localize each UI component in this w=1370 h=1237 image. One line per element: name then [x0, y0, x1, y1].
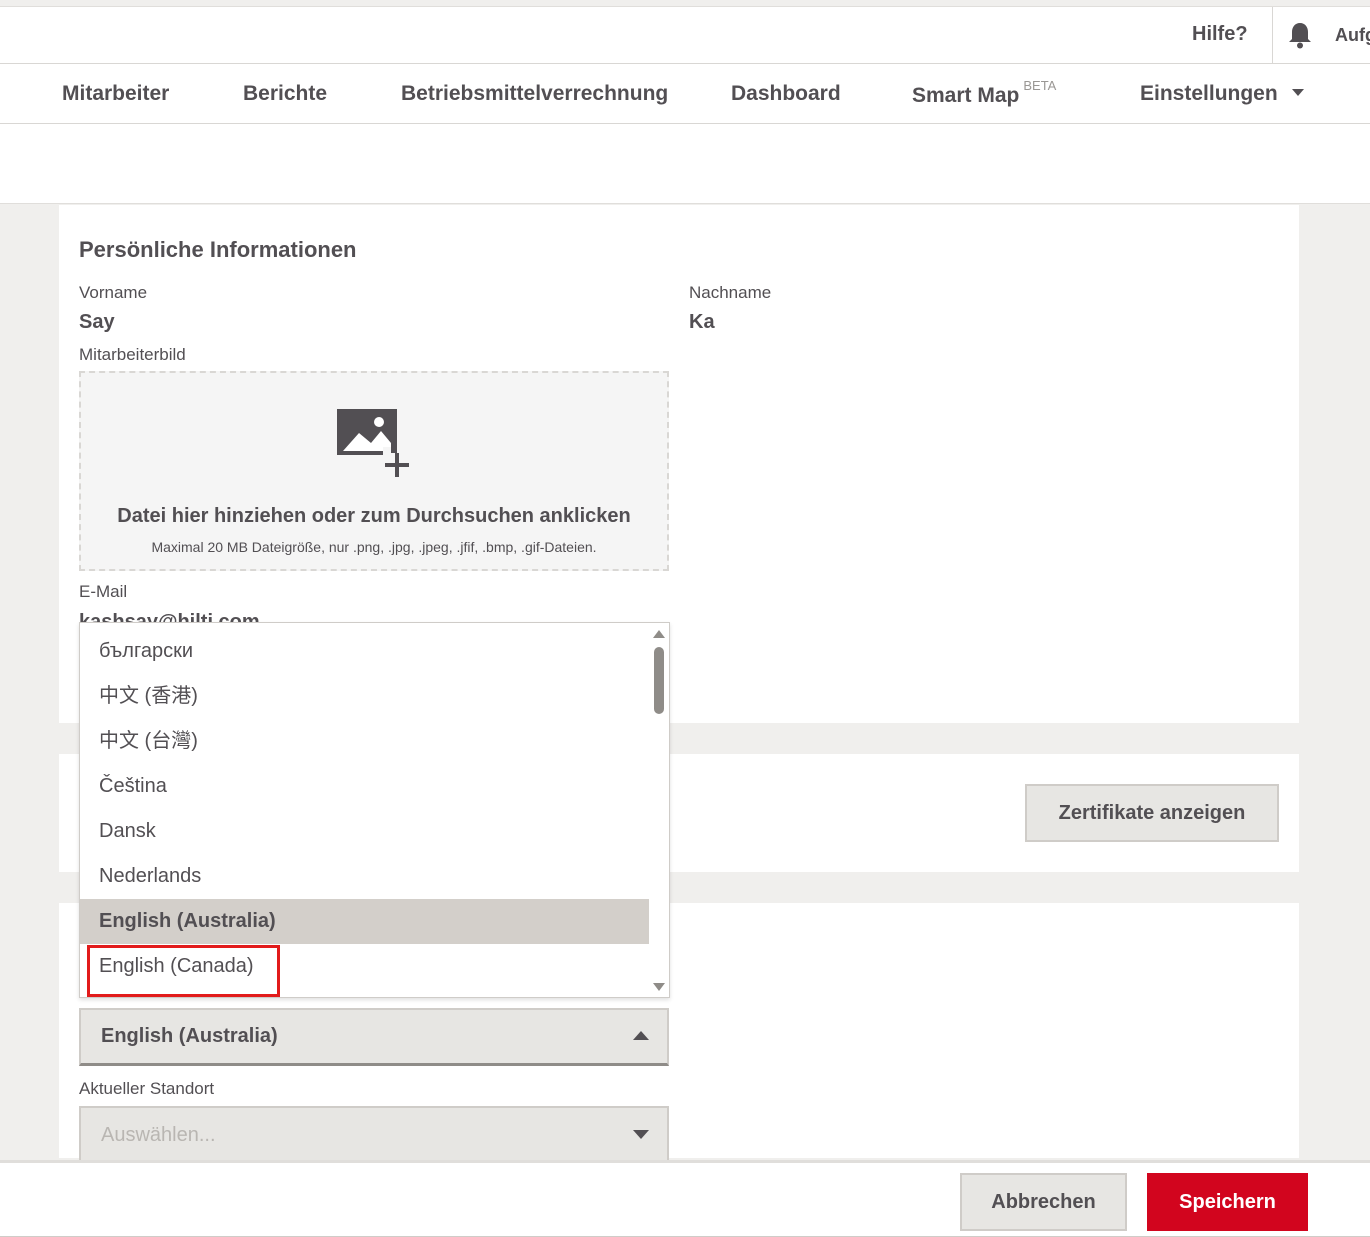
photo-label: Mitarbeiterbild: [79, 345, 186, 364]
nav-mitarbeiter[interactable]: Mitarbeiter: [62, 82, 169, 106]
footer-bar: Abbrechen Speichern: [0, 1160, 1370, 1237]
divider: [1272, 7, 1273, 65]
nav-betriebsmittelverrechnung[interactable]: Betriebsmittelverrechnung: [401, 82, 668, 106]
language-option[interactable]: 中文 (香港): [80, 674, 651, 719]
last-name-label: Nachname: [689, 283, 772, 302]
cancel-button[interactable]: Abbrechen: [960, 1173, 1127, 1231]
language-option[interactable]: български: [80, 629, 651, 674]
nav-dashboard[interactable]: Dashboard: [731, 82, 841, 106]
first-name-value: Say: [79, 311, 115, 333]
dropzone-title: Datei hier hinziehen oder zum Durchsuche…: [117, 505, 631, 527]
email-label: E-Mail: [79, 582, 128, 601]
nav-berichte[interactable]: Berichte: [243, 82, 327, 106]
language-option[interactable]: Nederlands: [80, 854, 651, 899]
bell-icon[interactable]: [1287, 21, 1313, 49]
chevron-down-icon: [1291, 88, 1304, 96]
show-certificates-button[interactable]: Zertifikate anzeigen: [1025, 784, 1279, 842]
language-option-selected[interactable]: English (Australia): [80, 899, 651, 944]
dropdown-scrollbar[interactable]: [649, 623, 669, 997]
nav-smart-map-label: Smart Map: [912, 84, 1020, 107]
add-image-icon: [337, 409, 409, 477]
language-option[interactable]: Dansk: [80, 809, 651, 854]
chevron-down-icon: [633, 1130, 649, 1139]
language-select[interactable]: English (Australia): [79, 1008, 669, 1066]
tasks-link[interactable]: Aufg: [1335, 25, 1370, 46]
location-select-placeholder: Auswählen...: [101, 1124, 216, 1146]
location-label: Aktueller Standort: [79, 1079, 215, 1098]
language-dropdown-list[interactable]: български 中文 (香港) 中文 (台灣) Čeština Dansk …: [79, 622, 670, 998]
sub-header: [0, 124, 1370, 204]
photo-dropzone[interactable]: Datei hier hinziehen oder zum Durchsuche…: [79, 371, 669, 571]
language-option[interactable]: English (Canada): [80, 944, 651, 989]
save-button[interactable]: Speichern: [1147, 1173, 1308, 1231]
first-name-label: Vorname: [79, 283, 148, 302]
nav-einstellungen[interactable]: Einstellungen: [1140, 82, 1304, 106]
language-select-value: English (Australia): [101, 1025, 278, 1047]
chevron-up-icon: [633, 1031, 649, 1040]
scrollbar-thumb[interactable]: [654, 647, 664, 714]
dropzone-hint: Maximal 20 MB Dateigröße, nur .png, .jpg…: [151, 539, 597, 555]
help-link[interactable]: Hilfe?: [1192, 23, 1248, 46]
scroll-down-icon[interactable]: [653, 983, 665, 991]
nav-einstellungen-label: Einstellungen: [1140, 82, 1278, 105]
language-option[interactable]: 中文 (台灣): [80, 719, 651, 764]
location-select[interactable]: Auswählen...: [79, 1106, 669, 1166]
nav-smart-map[interactable]: Smart Map BETA: [912, 78, 1056, 108]
scroll-up-icon[interactable]: [653, 630, 665, 638]
last-name-value: Ka: [689, 311, 715, 333]
language-option[interactable]: Čeština: [80, 764, 651, 809]
beta-badge: BETA: [1023, 78, 1057, 93]
main-nav: Mitarbeiter Berichte Betriebsmittelverre…: [0, 64, 1370, 124]
top-bar: Hilfe? Aufg: [0, 6, 1370, 65]
section-title: Persönliche Informationen: [79, 237, 357, 262]
